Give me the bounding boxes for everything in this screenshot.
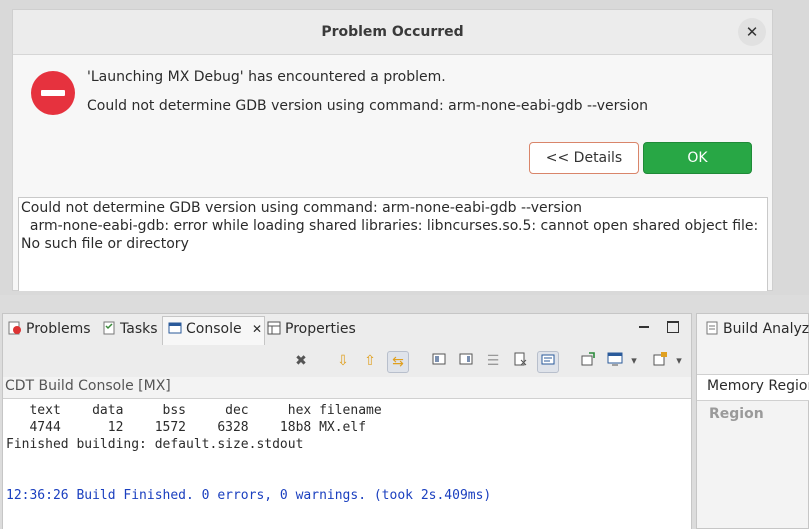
- console-view-panel: Problems Tasks Console ✕ Properties ✖ ⇩ …: [2, 313, 692, 529]
- console-name-label: CDT Build Console [MX]: [5, 378, 171, 394]
- tab-problems[interactable]: Problems: [8, 321, 91, 341]
- error-detail-message: Could not determine GDB version using co…: [87, 98, 649, 114]
- tab-properties-label: Properties: [285, 321, 356, 337]
- word-wrap-icon[interactable]: ⇆: [387, 351, 409, 373]
- show-console-icon[interactable]: [456, 351, 476, 371]
- build-analyzer-panel: Build Analyzer Memory Regions Region: [696, 313, 809, 529]
- build-analyzer-icon: [705, 321, 719, 335]
- scroll-lock-down-icon[interactable]: ⇩: [333, 351, 353, 371]
- tab-build-analyzer-label: Build Analyzer: [723, 321, 809, 337]
- ok-button[interactable]: OK: [643, 142, 752, 174]
- maximize-icon[interactable]: [667, 321, 679, 333]
- clear-console-icon[interactable]: ✖: [291, 351, 311, 371]
- details-text: Could not determine GDB version using co…: [21, 200, 759, 252]
- memory-regions-tab[interactable]: Memory Regions: [697, 374, 809, 401]
- console-line: text data bss dec hex filename: [6, 403, 382, 418]
- tab-problems-label: Problems: [26, 321, 91, 337]
- tab-console[interactable]: Console ✕: [168, 321, 262, 341]
- pin-console-icon[interactable]: [537, 351, 559, 373]
- memory-regions-label: Memory Regions: [707, 378, 809, 394]
- close-icon[interactable]: ✕: [252, 322, 262, 336]
- console-finish-line: 12:36:26 Build Finished. 0 errors, 0 war…: [6, 488, 492, 503]
- console-toolbar: ✖ ⇩ ⇧ ⇆ ☰ ▾ ▾: [3, 345, 691, 377]
- console-icon: [168, 321, 182, 335]
- details-button[interactable]: << Details: [529, 142, 639, 174]
- scroll-lock-up-icon[interactable]: ⇧: [360, 351, 380, 371]
- chevron-down-icon[interactable]: ▾: [624, 351, 644, 371]
- error-icon: [31, 71, 75, 115]
- open-console-icon[interactable]: [650, 351, 670, 371]
- chevron-down-icon[interactable]: ▾: [669, 351, 689, 371]
- tab-build-analyzer[interactable]: Build Analyzer: [705, 321, 809, 337]
- region-column-header: Region: [709, 406, 764, 422]
- remove-launch-icon[interactable]: [510, 351, 530, 371]
- dialog-title: Problem Occurred: [321, 24, 464, 40]
- details-textbox[interactable]: Could not determine GDB version using co…: [18, 197, 768, 291]
- problem-dialog: Problem Occurred ✕ 'Launching MX Debug' …: [12, 9, 773, 291]
- tab-tasks-label: Tasks: [120, 321, 158, 337]
- tab-tasks[interactable]: Tasks: [102, 321, 158, 341]
- copy-console-icon[interactable]: [429, 351, 449, 371]
- new-console-icon[interactable]: [578, 351, 598, 371]
- tab-console-label: Console: [186, 321, 242, 337]
- console-line: Finished building: default.size.stdout: [6, 437, 304, 452]
- close-icon[interactable]: ✕: [738, 18, 766, 46]
- minimize-icon[interactable]: [639, 326, 649, 328]
- tab-properties[interactable]: Properties: [267, 321, 356, 341]
- error-message: 'Launching MX Debug' has encountered a p…: [87, 69, 446, 85]
- filter-icon[interactable]: ☰: [483, 351, 503, 371]
- display-console-icon[interactable]: [605, 351, 625, 371]
- problems-icon: [8, 321, 22, 335]
- tasks-icon: [102, 321, 116, 335]
- properties-icon: [267, 321, 281, 335]
- console-output[interactable]: text data bss dec hex filename 4744 12 1…: [3, 398, 691, 529]
- console-line: 4744 12 1572 6328 18b8 MX.elf: [6, 420, 367, 435]
